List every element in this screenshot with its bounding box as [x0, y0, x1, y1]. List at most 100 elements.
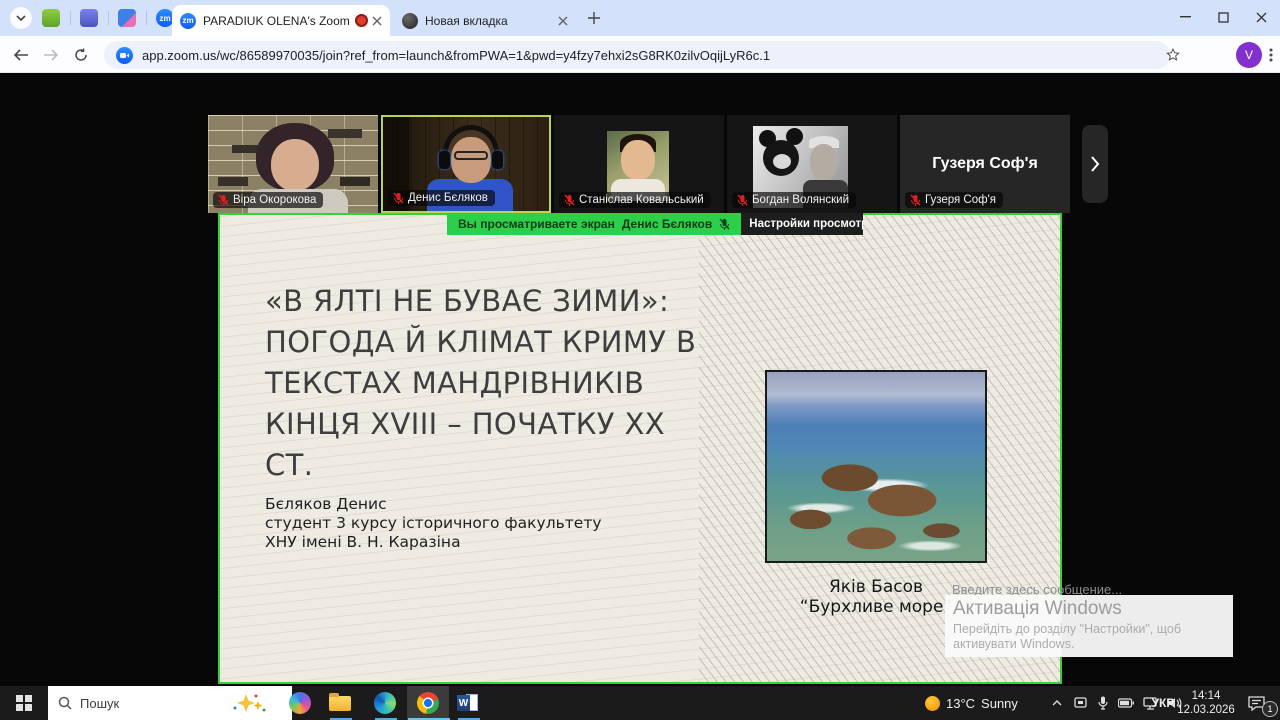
windows-taskbar: Пошук W: [0, 686, 1280, 720]
taskbar-chrome-button[interactable]: [408, 686, 448, 720]
zoom-meeting-page: Віра Окорокова Денис Бєляков: [0, 73, 1280, 686]
pinned-tab-office-icon[interactable]: [118, 9, 136, 27]
plus-icon: [588, 12, 600, 24]
view-options-button[interactable]: Настройки просмотра: [741, 213, 863, 235]
participant-tile-denys-active-speaker[interactable]: Денис Бєляков: [381, 115, 551, 213]
weather-icon-button[interactable]: [918, 686, 946, 720]
headphone-cup-left: [439, 151, 450, 169]
recording-indicator-icon: [355, 14, 368, 27]
file-explorer-icon: [329, 696, 351, 711]
copilot-icon: [289, 692, 311, 714]
participant-tile-vira[interactable]: Віра Окорокова: [208, 115, 378, 213]
slide-title: «В ЯЛТІ НЕ БУВАЄ ЗИМИ»: ПОГОДА Й КЛІМАТ …: [265, 281, 696, 486]
microphone-icon: [1098, 696, 1108, 710]
tray-battery-button[interactable]: [1114, 686, 1138, 720]
brick-decor: [328, 129, 362, 138]
tray-expand-button[interactable]: [1046, 686, 1068, 720]
window-maximize-button[interactable]: [1204, 0, 1242, 34]
headphone-cup-right: [492, 151, 503, 169]
back-button[interactable]: [8, 42, 34, 68]
language-indicator[interactable]: УКР: [1150, 686, 1176, 720]
close-tab-icon[interactable]: [372, 16, 382, 26]
search-highlights-icon: [232, 693, 266, 718]
tab-search-button[interactable]: [10, 7, 32, 29]
share-banner: Вы просматриваете экран Денис Бєляков На…: [447, 213, 863, 235]
weather-condition: Sunny: [981, 696, 1018, 711]
url-text: app.zoom.us/wc/86589970035/join?ref_from…: [142, 48, 770, 63]
mic-muted-icon: [218, 194, 229, 206]
sun-icon: [925, 696, 940, 711]
pinned-tab-mail-icon[interactable]: [42, 9, 60, 27]
edge-icon: [374, 692, 396, 714]
forward-button[interactable]: [38, 42, 64, 68]
participant-tile-bohdan[interactable]: Богдан Волянский: [727, 115, 897, 213]
taskbar-search[interactable]: Пошук: [48, 686, 292, 720]
taskbar-clock[interactable]: 14:14 12.03.2026: [1176, 689, 1236, 717]
brick-decor: [218, 177, 248, 186]
taskbar-copilot-button[interactable]: [280, 686, 320, 720]
forward-arrow-icon: [43, 49, 59, 61]
chrome-icon: [417, 692, 439, 714]
window-close-button[interactable]: [1242, 0, 1280, 34]
star-icon: [1166, 48, 1180, 62]
tab-separator: [108, 11, 109, 25]
browser-menu-button[interactable]: [1258, 42, 1280, 68]
chevron-down-icon: [16, 15, 26, 21]
site-icon: [116, 47, 133, 64]
tab-separator: [146, 11, 147, 25]
windows-logo-icon: [16, 695, 32, 711]
mic-muted-icon: [910, 194, 921, 206]
taskbar-word-button[interactable]: W: [448, 686, 488, 720]
participant-name-tag: Богдан Волянский: [732, 192, 856, 208]
desktop-screen: zm zm PARADIUK OLENA's Zoom М Новая вкла…: [0, 0, 1280, 720]
search-icon: [58, 696, 72, 710]
minimize-icon: [1180, 16, 1191, 18]
glasses: [454, 151, 488, 160]
tray-microphone-button[interactable]: [1092, 686, 1114, 720]
seascape-painting-image: [765, 370, 987, 563]
windows-activation-watermark: Активація Windows Перейдіть до розділу "…: [945, 595, 1233, 657]
bookmark-button[interactable]: [1160, 42, 1186, 68]
participant-face: [271, 139, 319, 191]
pinned-tab-teams-icon[interactable]: [80, 9, 98, 27]
mickey-face: [773, 154, 791, 169]
mic-muted-icon: [393, 192, 404, 204]
reload-button[interactable]: [68, 42, 94, 68]
start-button[interactable]: [0, 686, 48, 720]
participant-name-tag: Гузеря Соф'я: [905, 192, 1003, 208]
participant-tile-guzerya[interactable]: Гузеря Соф'я Гузеря Соф'я: [900, 115, 1070, 213]
kebab-menu-icon: [1269, 48, 1273, 62]
tab-new-tab[interactable]: Новая вкладка: [394, 5, 576, 36]
weather-widget[interactable]: 13°C Sunny: [946, 686, 1042, 720]
weather-temp: 13°C: [946, 696, 975, 711]
close-tab-icon[interactable]: [558, 16, 568, 26]
cast-device-icon: [1073, 697, 1088, 710]
taskbar-file-explorer-button[interactable]: [320, 686, 360, 720]
new-tab-button[interactable]: [588, 11, 600, 29]
participant-name-tag: Денис Бєляков: [388, 190, 495, 206]
word-letter-tile: W: [457, 695, 470, 711]
brick-decor: [340, 177, 370, 186]
tray-cast-button[interactable]: [1068, 686, 1092, 720]
taskbar-edge-button[interactable]: [365, 686, 405, 720]
notification-count-badge: 1: [1262, 701, 1278, 717]
participant-name-tag: Станіслав Ковальський: [559, 192, 711, 208]
next-participants-button[interactable]: [1082, 125, 1108, 203]
tab-zoom-meeting[interactable]: zm PARADIUK OLENA's Zoom М: [172, 5, 390, 36]
maximize-icon: [1218, 12, 1229, 23]
activation-title: Активація Windows: [953, 598, 1225, 620]
reload-icon: [74, 48, 88, 62]
mic-muted-icon: [564, 194, 575, 206]
participant-tile-stanislav[interactable]: Станіслав Ковальський: [554, 115, 724, 213]
mic-muted-icon: [719, 218, 730, 230]
browser-tab-strip: zm zm PARADIUK OLENA's Zoom М Новая вкла…: [0, 0, 1280, 36]
window-minimize-button[interactable]: [1166, 0, 1204, 34]
battery-icon: [1118, 698, 1134, 708]
participant-face: [621, 140, 655, 180]
close-icon: [1256, 12, 1267, 23]
address-bar[interactable]: app.zoom.us/wc/86589970035/join?ref_from…: [104, 41, 1170, 69]
chevron-up-icon: [1052, 700, 1062, 706]
date-text: 12.03.2026: [1176, 703, 1236, 717]
share-banner-message: Вы просматриваете экран Денис Бєляков: [447, 213, 741, 235]
word-icon: W: [457, 693, 479, 713]
